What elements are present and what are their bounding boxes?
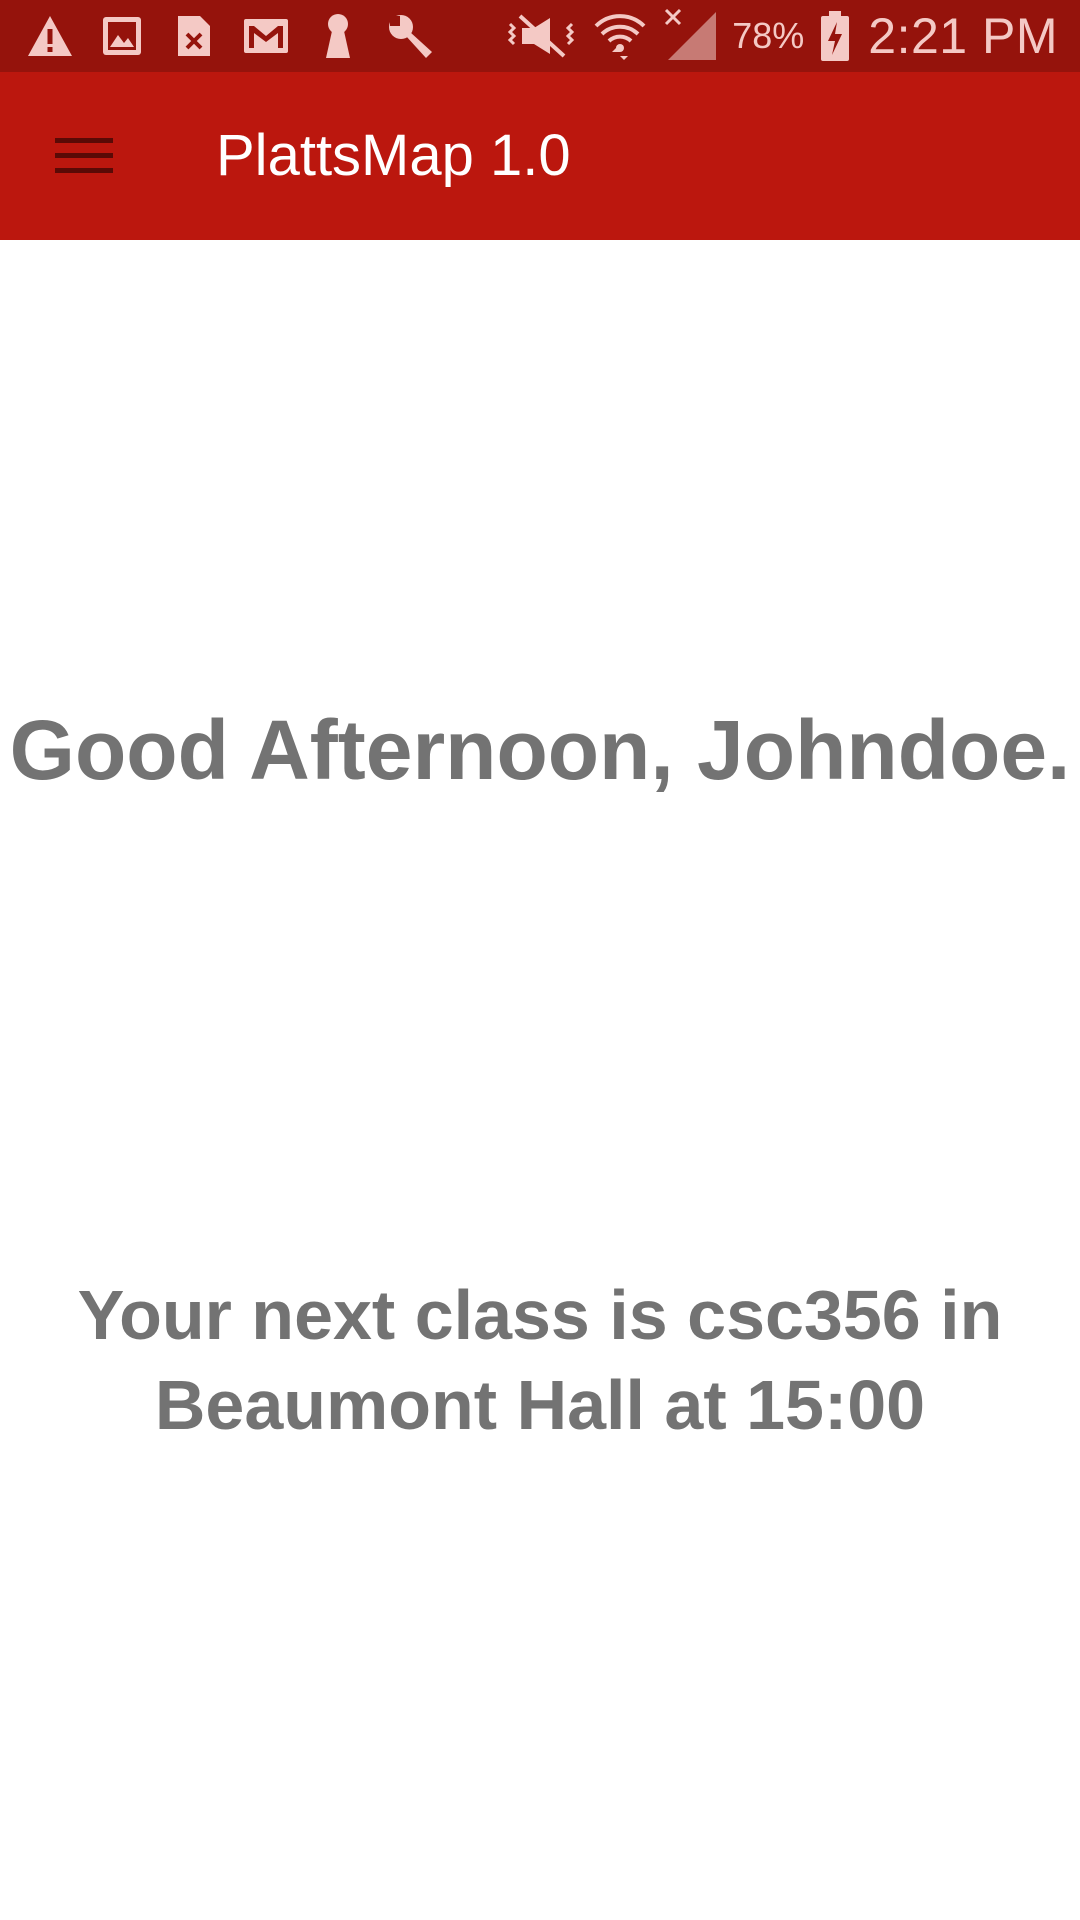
battery-charging-icon	[820, 10, 850, 62]
keyhole-icon	[312, 12, 364, 60]
wifi-icon	[592, 8, 648, 64]
gmail-icon	[240, 12, 292, 60]
notification-icons	[24, 0, 456, 72]
greeting-text: Good Afternoon, Johndoe.	[9, 703, 1071, 797]
sim-error-icon	[168, 12, 220, 60]
mute-vibrate-icon	[506, 14, 576, 58]
battery-percent: 78%	[732, 15, 805, 56]
hamburger-menu-icon[interactable]	[40, 116, 128, 196]
wrench-icon	[384, 12, 436, 60]
screen: 78% 2:21 PM PlattsMap 1.0 Good Afternoon…	[0, 0, 1080, 1920]
warning-icon	[24, 12, 76, 60]
system-icons: 78% 2:21 PM	[490, 0, 1058, 72]
status-bar: 78% 2:21 PM	[0, 0, 1080, 72]
app-title: PlattsMap 1.0	[216, 123, 571, 188]
signal-icon	[664, 8, 720, 64]
next-class-text: Your next class is csc356 in Beaumont Ha…	[77, 1276, 1003, 1444]
app-bar: PlattsMap 1.0	[0, 72, 1080, 240]
image-icon	[96, 12, 148, 60]
status-clock: 2:21 PM	[868, 8, 1058, 64]
